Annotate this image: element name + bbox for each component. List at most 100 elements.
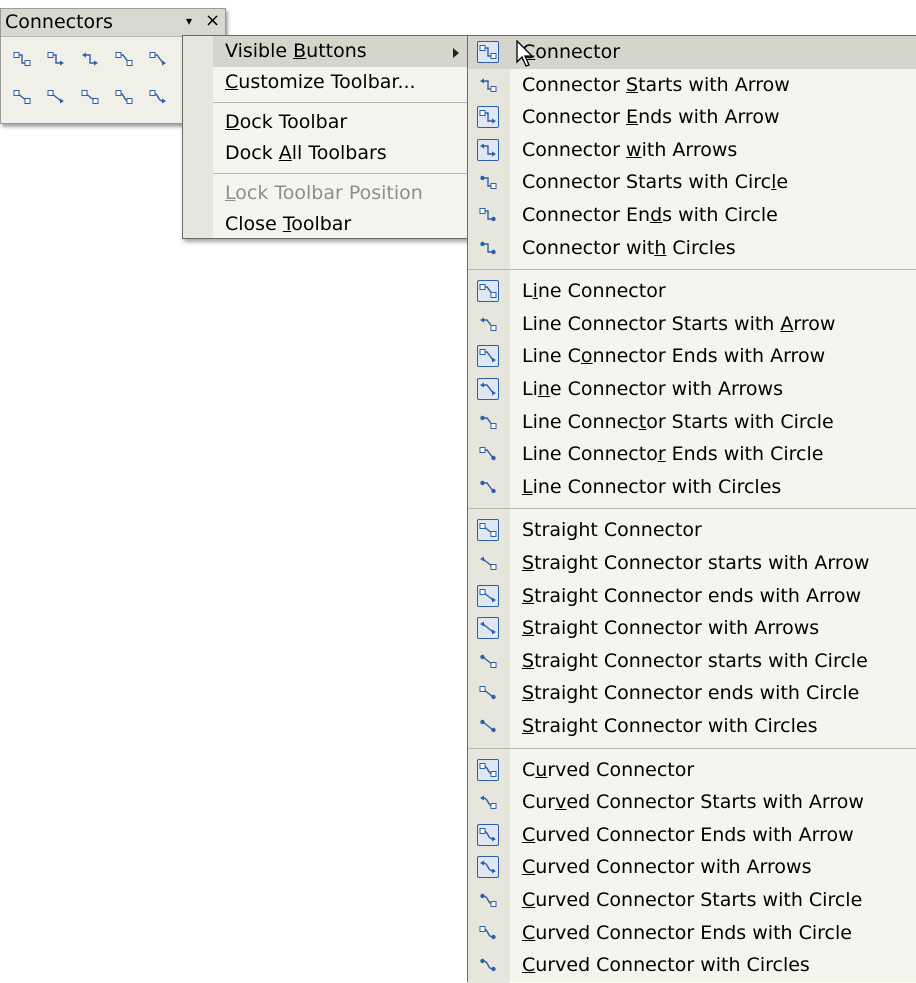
straight-connector-ends-arrow-icon[interactable] <box>45 88 67 106</box>
straight-connector-starts-circle-icon <box>477 650 499 672</box>
submenu-item-curved-connector[interactable]: Curved Connector <box>468 754 916 787</box>
submenu-item-straight-connector-starts-arrow[interactable]: Straight Connector starts with Arrow <box>468 547 916 580</box>
toolbar-dropdown-icon[interactable]: ▾ <box>186 14 192 28</box>
connector-icon <box>477 41 499 63</box>
submenu-item-label: Straight Connector <box>522 519 702 542</box>
connector-icon-glyph <box>13 52 31 66</box>
curved-connector-ends-arrow-icon[interactable] <box>147 88 169 106</box>
submenu-item-line-connector[interactable]: Line Connector <box>468 275 916 308</box>
toolbar-context-menu: Visible Buttons Customize Toolbar... Dock … <box>182 35 468 239</box>
menu-separator <box>213 173 467 174</box>
menu-item-close-toolbar[interactable]: Close Toolbar <box>213 209 467 240</box>
connector-icon[interactable] <box>11 50 33 68</box>
submenu-item-line-connector-starts-circle[interactable]: Line Connector Starts with Circle <box>468 406 916 439</box>
toolbar-close-icon[interactable]: × <box>205 10 220 31</box>
curved-connector-ends-arrow-icon <box>477 823 499 846</box>
connector-ends-arrow-icon-glyph <box>47 52 64 66</box>
connector-ends-arrow-icon <box>477 106 499 129</box>
submenu-item-line-connector-starts-arrow[interactable]: Line Connector Starts with Arrow <box>468 308 916 341</box>
straight-connector-ends-circle-icon <box>477 682 499 704</box>
submenu-item-connector-with-arrows[interactable]: Connector with Arrows <box>468 134 916 167</box>
submenu-item-line-connector-ends-arrow[interactable]: Line Connector Ends with Arrow <box>468 340 916 373</box>
line-connector-icon[interactable] <box>113 50 135 68</box>
menu-item-visible-buttons[interactable]: Visible Buttons <box>213 36 467 67</box>
connector-with-arrows-icon[interactable] <box>79 50 101 68</box>
submenu-item-label: Curved Connector <box>522 758 695 781</box>
line-connector-ends-arrow-icon[interactable] <box>147 50 169 68</box>
submenu-item-label: Line Connector Ends with Arrow <box>522 345 826 368</box>
submenu-item-label: Connector with Circles <box>522 236 736 259</box>
curved-connector-with-circles-icon <box>477 954 499 976</box>
connector-with-arrows-icon <box>477 138 499 161</box>
line-connector-with-circles-icon <box>477 476 499 498</box>
menu-item-dock-toolbar[interactable]: Dock Toolbar <box>213 107 467 138</box>
submenu-item-label: Curved Connector with Circles <box>522 954 810 977</box>
straight-connector-with-circles-icon <box>477 715 499 737</box>
submenu-item-curved-connector-with-arrows[interactable]: Curved Connector with Arrows <box>468 851 916 884</box>
menu-item-label: Lock Toolbar Position <box>225 182 423 204</box>
menu-item-dock-all-toolbars[interactable]: Dock All Toolbars <box>213 138 467 169</box>
line-connector-starts-circle-icon <box>477 411 499 433</box>
submenu-item-label: Curved Connector Starts with Circle <box>522 889 863 911</box>
straight-connector-starts-arrow-icon <box>477 552 499 574</box>
submenu-item-curved-connector-starts-arrow[interactable]: Curved Connector Starts with Arrow <box>468 786 916 819</box>
submenu-item-curved-connector-ends-arrow[interactable]: Curved Connector Ends with Arrow <box>468 819 916 852</box>
curved-connector-starts-arrow-icon <box>477 791 499 813</box>
menu-icon-strip <box>183 36 213 238</box>
curved-connector-icon[interactable] <box>113 88 135 106</box>
submenu-item-straight-connector[interactable]: Straight Connector <box>468 514 916 547</box>
line-connector-starts-arrow-icon <box>477 313 499 335</box>
submenu-item-curved-connector-with-circles[interactable]: Curved Connector with Circles <box>468 949 916 982</box>
submenu-item-line-connector-with-arrows[interactable]: Line Connector with Arrows <box>468 373 916 406</box>
straight-connector-with-arrows-icon <box>477 617 499 640</box>
submenu-item-straight-connector-ends-circle[interactable]: Straight Connector ends with Circle <box>468 677 916 710</box>
curved-connector-with-arrows-icon <box>477 856 499 879</box>
submenu-item-straight-connector-with-circles[interactable]: Straight Connector with Circles <box>468 710 916 743</box>
submenu-item-label: Straight Connector starts with Circle <box>522 649 868 672</box>
visible-buttons-submenu: Connector Connector Starts with Arrow Conn… <box>467 35 916 983</box>
submenu-item-label: Line Connector Starts with Circle <box>522 410 834 433</box>
curved-connector-ends-circle-icon <box>477 922 499 944</box>
submenu-item-label: Curved Connector Ends with Circle <box>522 921 852 944</box>
submenu-item-label: Line Connector Ends with Circle <box>522 443 824 466</box>
submenu-item-label: Curved Connector Starts with Arrow <box>522 791 864 814</box>
menu-item-label: Visible Buttons <box>225 40 367 62</box>
submenu-item-label: Connector with Arrows <box>522 138 738 161</box>
curved-connector-icon-glyph <box>115 90 133 104</box>
straight-connector-arrows-icon[interactable] <box>79 88 101 106</box>
menu-item-customize-toolbar[interactable]: Customize Toolbar... <box>213 67 467 98</box>
submenu-item-connector-with-circles[interactable]: Connector with Circles <box>468 232 916 265</box>
submenu-item-label: Connector Starts with Arrow <box>522 73 790 96</box>
submenu-item-label: Connector Ends with Arrow <box>522 106 780 129</box>
submenu-item-label: Straight Connector starts with Arrow <box>522 552 870 574</box>
submenu-item-connector-starts-arrow[interactable]: Connector Starts with Arrow <box>468 69 916 102</box>
connector-ends-circle-icon <box>477 204 499 226</box>
submenu-item-connector-starts-circle[interactable]: Connector Starts with Circle <box>468 166 916 199</box>
straight-connector-icon[interactable] <box>11 88 33 106</box>
submenu-item-connector-ends-circle[interactable]: Connector Ends with Circle <box>468 199 916 232</box>
toolbar-title-bar[interactable]: Connectors ▾ × <box>1 9 225 37</box>
submenu-item-connector[interactable]: Connector <box>468 36 916 69</box>
submenu-item-connector-ends-arrow[interactable]: Connector Ends with Arrow <box>468 101 916 134</box>
curved-connector-ends-arrow-icon-glyph <box>149 90 166 104</box>
submenu-item-label: Straight Connector with Arrows <box>522 617 820 640</box>
submenu-item-line-connector-with-circles[interactable]: Line Connector with Circles <box>468 471 916 504</box>
line-connector-with-arrows-icon <box>477 378 499 400</box>
submenu-item-straight-connector-with-arrows[interactable]: Straight Connector with Arrows <box>468 612 916 645</box>
submenu-item-straight-connector-ends-arrow[interactable]: Straight Connector ends with Arrow <box>468 580 916 613</box>
submenu-item-curved-connector-starts-circle[interactable]: Curved Connector Starts with Circle <box>468 884 916 917</box>
menu-item-label: Dock Toolbar <box>225 111 348 133</box>
menu-item-label: Close Toolbar <box>225 213 352 235</box>
submenu-separator <box>468 747 916 749</box>
submenu-item-curved-connector-ends-circle[interactable]: Curved Connector Ends with Circle <box>468 917 916 950</box>
submenu-item-label: Line Connector with Circles <box>522 475 782 498</box>
submenu-item-straight-connector-starts-circle[interactable]: Straight Connector starts with Circle <box>468 645 916 678</box>
connector-ends-arrow-icon[interactable] <box>45 50 67 68</box>
submenu-item-line-connector-ends-circle[interactable]: Line Connector Ends with Circle <box>468 438 916 471</box>
submenu-item-label: Connector Ends with Circle <box>522 204 778 226</box>
line-connector-ends-circle-icon <box>477 443 499 465</box>
line-connector-ends-arrow-icon <box>477 345 499 368</box>
submenu-item-label: Line Connector <box>522 280 666 303</box>
submenu-arrow-icon <box>453 48 459 58</box>
submenu-item-label: Line Connector Starts with Arrow <box>522 312 836 335</box>
